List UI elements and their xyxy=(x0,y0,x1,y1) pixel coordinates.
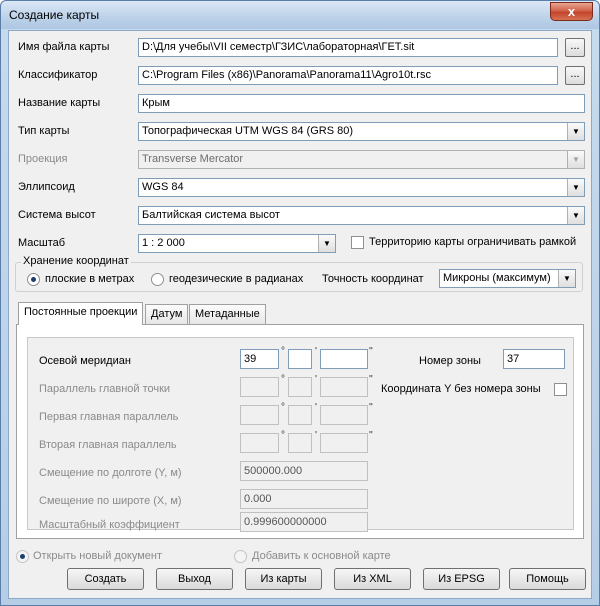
y-no-zone-label: Координата Y без номера зоны xyxy=(381,383,541,395)
tab-datum[interactable]: Датум xyxy=(145,304,189,324)
frame-checkbox-label: Территорию карты ограничивать рамкой xyxy=(369,236,577,248)
dialog-client-area: Имя файла карты D:\Для учебы\VII семестр… xyxy=(8,30,592,599)
first-parallel-minutes xyxy=(288,405,312,425)
chevron-down-icon: ▼ xyxy=(567,151,584,168)
radio-geodetic-radians-label: геодезические в радианах xyxy=(169,273,304,285)
tab-metadata[interactable]: Метаданные xyxy=(189,304,266,324)
second-parallel-minutes xyxy=(288,433,312,453)
y-no-zone-checkbox[interactable] xyxy=(554,383,567,396)
from-xml-button[interactable]: Из XML xyxy=(334,568,411,590)
precision-label: Точность координат xyxy=(322,273,424,285)
radio-flat-meters-label: плоские в метрах xyxy=(45,273,135,285)
minute-symbol: ' xyxy=(315,430,317,441)
ellipsoid-value: WGS 84 xyxy=(142,181,184,193)
scale-value: 1 : 2 000 xyxy=(142,237,185,249)
projection-params-panel: Осевой меридиан 39 ° ' '' Номер зоны 37 … xyxy=(27,337,574,532)
second-symbol: '' xyxy=(369,402,373,413)
radio-flat-meters[interactable] xyxy=(27,273,40,286)
first-parallel-label: Первая главная параллель xyxy=(39,411,179,423)
map-name-field[interactable]: Крым xyxy=(138,94,585,113)
scale-label: Масштаб xyxy=(18,237,66,249)
central-meridian-label: Осевой меридиан xyxy=(39,355,131,367)
false-northing-field: 0.000 xyxy=(240,489,368,509)
add-to-main-map-label: Добавить к основной карте xyxy=(252,550,391,562)
classifier-field[interactable]: C:\Program Files (x86)\Panorama\Panorama… xyxy=(138,66,558,85)
precision-value: Микроны (максимум) xyxy=(443,272,551,284)
frame-checkbox[interactable] xyxy=(351,236,364,249)
from-map-button[interactable]: Из карты xyxy=(245,568,322,590)
main-point-parallel-label: Параллель главной точки xyxy=(39,383,171,395)
filename-label: Имя файла карты xyxy=(18,41,110,53)
projection-select: Transverse Mercator ▼ xyxy=(138,150,585,169)
map-type-label: Тип карты xyxy=(18,125,70,137)
central-meridian-seconds[interactable] xyxy=(320,349,368,369)
create-button[interactable]: Создать xyxy=(67,568,144,590)
false-easting-field: 500000.000 xyxy=(240,461,368,481)
zone-label: Номер зоны xyxy=(419,355,481,367)
precision-select[interactable]: Микроны (максимум) ▼ xyxy=(439,269,576,288)
first-parallel-degrees xyxy=(240,405,279,425)
degree-symbol: ° xyxy=(281,430,285,441)
height-system-label: Система высот xyxy=(18,209,96,221)
exit-button[interactable]: Выход xyxy=(156,568,233,590)
classifier-label: Классификатор xyxy=(18,69,98,81)
ellipsoid-select[interactable]: WGS 84 ▼ xyxy=(138,178,585,197)
chevron-down-icon[interactable]: ▼ xyxy=(567,123,584,140)
main-point-parallel-minutes xyxy=(288,377,312,397)
close-icon: x xyxy=(567,4,576,19)
radio-geodetic-radians[interactable] xyxy=(151,273,164,286)
map-name-label: Название карты xyxy=(18,97,101,109)
second-parallel-seconds xyxy=(320,433,368,453)
second-symbol: '' xyxy=(369,374,373,385)
map-type-value: Топографическая UTM WGS 84 (GRS 80) xyxy=(142,125,353,137)
second-symbol: '' xyxy=(369,346,373,357)
map-type-select[interactable]: Топографическая UTM WGS 84 (GRS 80) ▼ xyxy=(138,122,585,141)
ellipsoid-label: Эллипсоид xyxy=(18,181,75,193)
zone-field[interactable]: 37 xyxy=(503,349,565,369)
chevron-down-icon[interactable]: ▼ xyxy=(567,207,584,224)
tab-permanent-projections[interactable]: Постоянные проекции xyxy=(18,302,144,325)
second-parallel-degrees xyxy=(240,433,279,453)
create-map-dialog: Создание карты x Имя файла карты D:\Для … xyxy=(0,0,600,606)
radio-add-to-main-map xyxy=(234,550,247,563)
second-parallel-label: Вторая главная параллель xyxy=(39,439,177,451)
central-meridian-degrees[interactable]: 39 xyxy=(240,349,279,369)
tab-panel: Осевой меридиан 39 ° ' '' Номер зоны 37 … xyxy=(16,324,584,539)
second-symbol: '' xyxy=(369,430,373,441)
filename-browse-button[interactable]: ... xyxy=(565,38,585,57)
height-system-select[interactable]: Балтийская система высот ▼ xyxy=(138,206,585,225)
radio-open-new-document xyxy=(16,550,29,563)
filename-field[interactable]: D:\Для учебы\VII семестр\ГЗИС\лабораторн… xyxy=(138,38,558,57)
window-title: Создание карты xyxy=(9,8,100,22)
main-point-parallel-seconds xyxy=(320,377,368,397)
projection-value: Transverse Mercator xyxy=(142,153,244,165)
minute-symbol: ' xyxy=(315,374,317,385)
central-meridian-minutes[interactable] xyxy=(288,349,312,369)
degree-symbol: ° xyxy=(281,402,285,413)
coord-storage-title: Хранение координат xyxy=(21,255,131,267)
minute-symbol: ' xyxy=(315,402,317,413)
first-parallel-seconds xyxy=(320,405,368,425)
chevron-down-icon[interactable]: ▼ xyxy=(558,270,575,287)
scale-select[interactable]: 1 : 2 000 ▼ xyxy=(138,234,336,253)
height-system-value: Балтийская система высот xyxy=(142,209,280,221)
classifier-browse-button[interactable]: ... xyxy=(565,66,585,85)
minute-symbol: ' xyxy=(315,346,317,357)
scale-factor-label: Масштабный коэффициент xyxy=(39,519,180,531)
false-northing-label: Смещение по широте (X, м) xyxy=(39,495,182,507)
chevron-down-icon[interactable]: ▼ xyxy=(318,235,335,252)
degree-symbol: ° xyxy=(281,374,285,385)
open-new-document-label: Открыть новый документ xyxy=(33,550,163,562)
close-button[interactable]: x xyxy=(550,2,593,21)
false-easting-label: Смещение по долготе (Y, м) xyxy=(39,467,182,479)
chevron-down-icon[interactable]: ▼ xyxy=(567,179,584,196)
main-point-parallel-degrees xyxy=(240,377,279,397)
help-button[interactable]: Помощь xyxy=(509,568,586,590)
degree-symbol: ° xyxy=(281,346,285,357)
scale-factor-field: 0.999600000000 xyxy=(240,512,368,532)
title-bar[interactable]: Создание карты x xyxy=(1,1,599,29)
from-epsg-button[interactable]: Из EPSG xyxy=(423,568,500,590)
projection-label: Проекция xyxy=(18,153,68,165)
